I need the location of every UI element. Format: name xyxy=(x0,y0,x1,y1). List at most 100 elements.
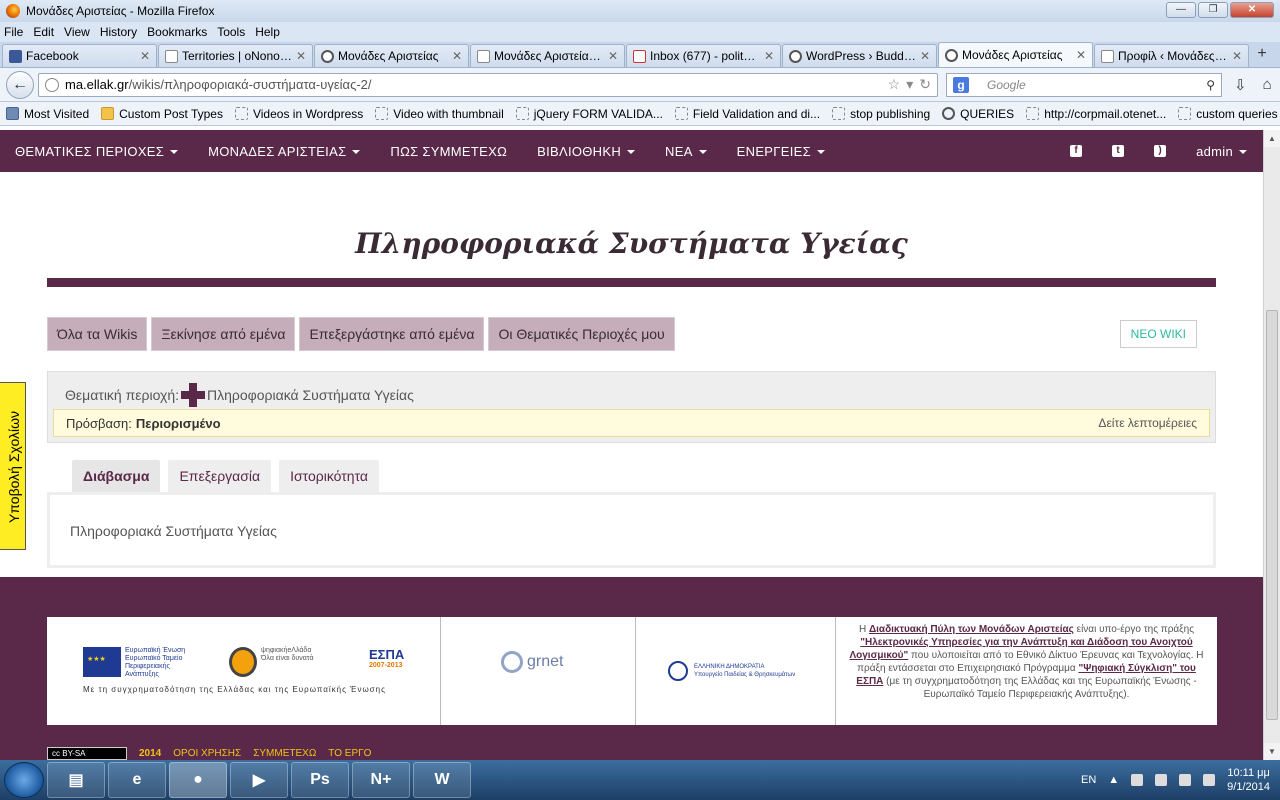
firefox-icon[interactable]: ● xyxy=(169,762,227,798)
bookmark-item[interactable]: stop publishing xyxy=(832,107,930,121)
scroll-thumb[interactable] xyxy=(1266,310,1278,720)
power-icon[interactable] xyxy=(1155,774,1168,786)
restore-button[interactable]: ❐ xyxy=(1198,2,1228,18)
facebook-icon[interactable]: f xyxy=(1070,145,1083,157)
submit-comments-tab[interactable]: Υποβολή Σχολίων xyxy=(0,382,26,550)
close-window-button[interactable]: ✕ xyxy=(1230,2,1274,18)
menu-file[interactable]: File xyxy=(4,25,23,39)
browser-tab[interactable]: Inbox (677) - polito... ✕ xyxy=(626,44,781,67)
page-icon xyxy=(1101,49,1114,63)
new-wiki-button[interactable]: ΝΕΟ WIKI xyxy=(1119,320,1197,348)
bookmark-item[interactable]: Video with thumbnail xyxy=(375,107,504,121)
tab-read[interactable]: Διάβασμα xyxy=(72,460,161,492)
page-scrollbar[interactable]: ▲ ▼ xyxy=(1263,130,1280,760)
menu-history[interactable]: History xyxy=(100,25,137,39)
download-icon[interactable]: ⇩ xyxy=(1234,76,1247,94)
language-indicator[interactable]: EN xyxy=(1081,774,1096,786)
search-icon[interactable]: ⚲ xyxy=(1206,78,1215,92)
media-player-icon[interactable]: ▶ xyxy=(230,762,288,798)
tab-edit[interactable]: Επεξεργασία xyxy=(168,460,272,492)
bookmark-item[interactable]: Videos in Wordpress xyxy=(234,107,363,121)
scroll-up-icon[interactable]: ▲ xyxy=(1264,130,1280,147)
tab-edited-by-me[interactable]: Επεξεργάστηκε από εμένα xyxy=(299,317,485,351)
menu-view[interactable]: View xyxy=(64,25,90,39)
google-icon[interactable]: g xyxy=(953,76,969,93)
tab-history[interactable]: Ιστορικότητα xyxy=(279,460,380,492)
user-menu[interactable]: admin xyxy=(1196,144,1247,159)
footer-link-terms[interactable]: ΟΡΟΙ ΧΡΗΣΗΣ xyxy=(173,748,241,759)
browser-tab[interactable]: Μονάδες Αριστείας... ✕ xyxy=(470,44,625,67)
nav-how-to-participate[interactable]: ΠΩΣ ΣΥΜΜΕΤΕΧΩ xyxy=(390,144,507,159)
internet-explorer-icon[interactable]: e xyxy=(108,762,166,798)
bookmark-item[interactable]: QUERIES xyxy=(942,107,1014,121)
footer-link-participate[interactable]: ΣΥΜΜΕΤΕΧΩ xyxy=(253,748,316,759)
footer-link-project[interactable]: ΤΟ ΕΡΓΟ xyxy=(328,748,371,759)
tab-started-by-me[interactable]: Ξεκίνησε από εμένα xyxy=(151,317,296,351)
tab-all-wikis[interactable]: Όλα τα Wikis xyxy=(47,317,148,351)
bookmark-item[interactable]: Custom Post Types xyxy=(101,107,223,121)
browser-tab[interactable]: Facebook ✕ xyxy=(2,44,157,67)
nav-thematic-areas[interactable]: ΘΕΜΑΤΙΚΕΣ ΠΕΡΙΟΧΕΣ xyxy=(15,144,179,159)
menu-bookmarks[interactable]: Bookmarks xyxy=(147,25,207,39)
gmail-icon xyxy=(633,49,646,63)
browser-tab[interactable]: Territories | oNonos... ✕ xyxy=(158,44,313,67)
dropdown-arrow-icon[interactable]: ▾ xyxy=(906,76,913,93)
menu-edit[interactable]: Edit xyxy=(33,25,54,39)
tab-close-icon[interactable]: ✕ xyxy=(608,49,618,63)
new-tab-button[interactable]: + xyxy=(1250,45,1274,67)
project-description: Η Διαδικτυακή Πύλη των Μονάδων Αριστείας… xyxy=(849,624,1204,700)
nav-news[interactable]: ΝΕΑ xyxy=(665,144,707,159)
folder-icon xyxy=(101,107,115,120)
nav-actions[interactable]: ΕΝΕΡΓΕΙΕΣ xyxy=(737,144,825,159)
network-icon[interactable] xyxy=(1179,774,1192,786)
reload-icon[interactable]: ↻ xyxy=(919,76,931,93)
photoshop-icon[interactable]: Ps xyxy=(291,762,349,798)
explorer-icon[interactable]: ▤ xyxy=(47,762,105,798)
cc-license-badge[interactable]: cc BY-SA xyxy=(47,747,127,760)
flag-icon[interactable] xyxy=(1131,774,1144,786)
twitter-icon[interactable]: t xyxy=(1112,145,1125,157)
tray-expand-icon[interactable]: ▲ xyxy=(1108,774,1119,786)
bookmark-item[interactable]: jQuery FORM VALIDA... xyxy=(515,107,663,121)
tab-close-icon[interactable]: ✕ xyxy=(1232,49,1242,63)
bookmark-item[interactable]: custom queries xyxy=(1178,107,1278,121)
browser-tab[interactable]: Προφίλ ‹ Μονάδες ... ✕ xyxy=(1094,44,1249,67)
espa-logo: ΕΣΠΑ 2007-2013 xyxy=(369,647,405,669)
tab-close-icon[interactable]: ✕ xyxy=(452,49,462,63)
bookmark-star-icon[interactable]: ☆ xyxy=(888,76,901,93)
browser-tab[interactable]: Μονάδες Αριστείας ✕ xyxy=(314,44,469,67)
bookmark-item[interactable]: http://corpmail.otenet... xyxy=(1026,107,1166,121)
back-button[interactable]: ← xyxy=(6,70,34,99)
url-bar[interactable]: ma.ellak.gr /wikis/πληροφοριακά-συστήματ… xyxy=(38,72,938,97)
tab-close-icon[interactable]: ✕ xyxy=(1076,48,1086,62)
tab-close-icon[interactable]: ✕ xyxy=(920,49,930,63)
volume-icon[interactable] xyxy=(1203,774,1216,786)
rss-icon[interactable]: ) xyxy=(1154,145,1167,157)
system-clock[interactable]: 10:11 μμ 9/1/2014 xyxy=(1227,766,1270,794)
category-link[interactable]: Πληροφοριακά Συστήματα Υγείας xyxy=(207,387,414,403)
tab-close-icon[interactable]: ✕ xyxy=(296,49,306,63)
menu-tools[interactable]: Tools xyxy=(217,25,245,39)
tab-my-thematic-areas[interactable]: Οι Θεματικές Περιοχές μου xyxy=(488,317,675,351)
details-link[interactable]: Δείτε λεπτομέρειες xyxy=(1098,416,1197,430)
portal-link[interactable]: Διαδικτυακή Πύλη των Μονάδων Αριστείας xyxy=(869,624,1074,635)
start-button[interactable] xyxy=(4,762,44,798)
nav-excellence-units[interactable]: ΜΟΝΑΔΕΣ ΑΡΙΣΤΕΙΑΣ xyxy=(208,144,361,159)
caret-down-icon xyxy=(698,150,707,155)
menu-help[interactable]: Help xyxy=(255,25,280,39)
bookmark-item[interactable]: Most Visited xyxy=(6,107,89,121)
bookmark-item[interactable]: Field Validation and di... xyxy=(674,107,820,121)
eu-flag-icon xyxy=(83,647,121,677)
scroll-down-icon[interactable]: ▼ xyxy=(1264,743,1280,760)
home-icon[interactable]: ⌂ xyxy=(1263,76,1272,94)
word-icon[interactable]: W xyxy=(413,762,471,798)
search-box[interactable]: g Google ⚲ xyxy=(946,72,1222,97)
tab-close-icon[interactable]: ✕ xyxy=(140,49,150,63)
grnet-logo[interactable]: grnet xyxy=(441,617,636,725)
tab-close-icon[interactable]: ✕ xyxy=(764,49,774,63)
notepad-plus-icon[interactable]: N+ xyxy=(352,762,410,798)
browser-tab-active[interactable]: Μονάδες Αριστείας ✕ xyxy=(938,42,1093,67)
minimize-button[interactable]: — xyxy=(1166,2,1196,18)
nav-library[interactable]: ΒΙΒΛΙΟΘΗΚΗ xyxy=(537,144,636,159)
browser-tab[interactable]: WordPress › Buddy... ✕ xyxy=(782,44,937,67)
